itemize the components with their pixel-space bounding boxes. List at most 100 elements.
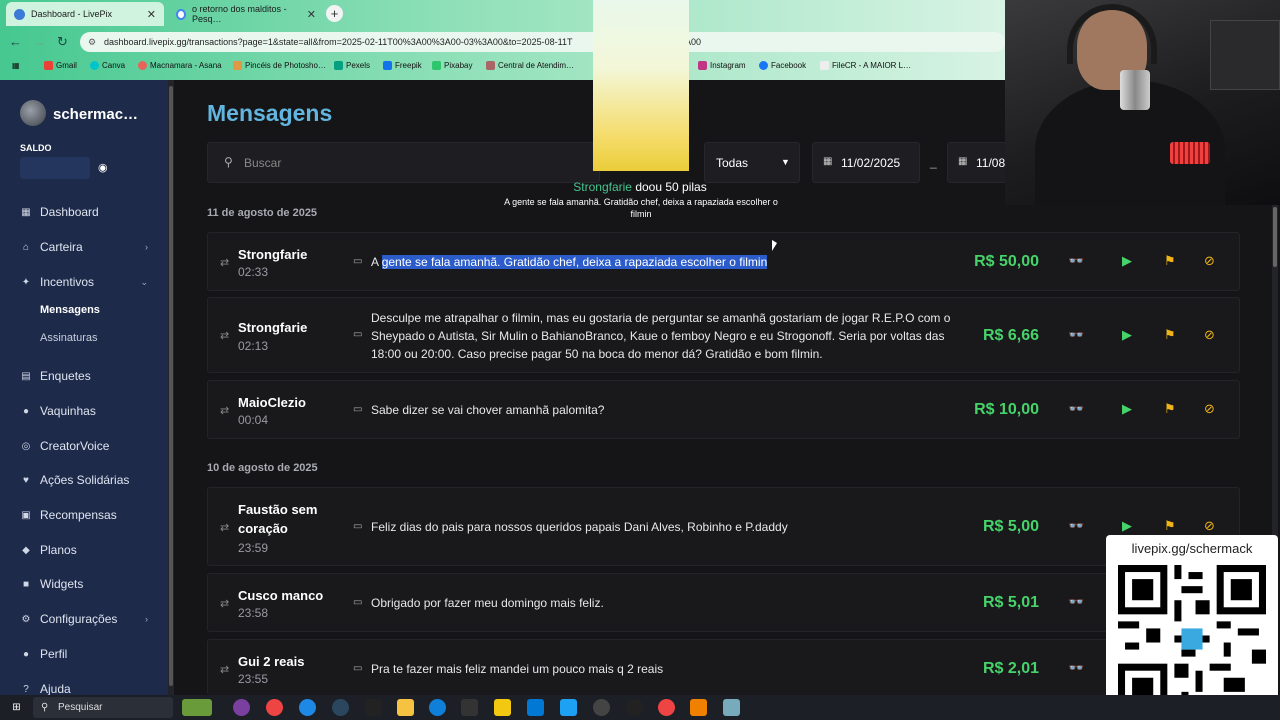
red-light (1170, 142, 1210, 164)
table-row[interactable]: ⇄ Gui 2 reais 23:55 ▭ Pra te fazer mais … (207, 639, 1240, 695)
play-icon[interactable]: ▶ (1122, 401, 1132, 417)
address-bar[interactable]: ⚙ dashboard.livepix.gg/transactions?page… (80, 32, 1005, 52)
obs-icon[interactable] (626, 699, 643, 716)
bookmark-canva[interactable]: Canva (90, 61, 125, 70)
flag-icon[interactable]: ⚑ (1164, 518, 1176, 534)
bookmark-instagram[interactable]: Instagram (698, 61, 746, 70)
sidebar-item-carteira[interactable]: ⌂ Carteira › (20, 240, 148, 254)
drink-can (1120, 70, 1150, 110)
chrome-icon[interactable] (658, 699, 675, 716)
sidebar-item-vaquinhas[interactable]: ● Vaquinhas (20, 404, 148, 418)
flag-icon[interactable]: ⚑ (1164, 253, 1176, 269)
back-icon[interactable]: ← (9, 34, 22, 49)
glasses-icon[interactable]: 👓 (1068, 253, 1084, 269)
bookmark-filecr[interactable]: FileCR - A MAIOR L… (820, 61, 911, 70)
sidebar-item-dashboard[interactable]: ▦ Dashboard (20, 205, 148, 219)
new-tab-button[interactable]: + (326, 5, 343, 22)
steam-icon[interactable] (332, 699, 349, 716)
bookmark-freepik[interactable]: Freepik (383, 61, 422, 70)
eye-icon[interactable]: ◉ (98, 161, 108, 174)
message-text: Sabe dizer se vai chover amanhã palomita… (371, 403, 605, 417)
sidebar-item-acoes-solidarias[interactable]: ♥ Ações Solidárias (20, 473, 148, 487)
table-row[interactable]: ⇄ Strongfarie 02:13 ▭ Desculpe me atrapa… (207, 297, 1240, 373)
capcut-icon[interactable] (461, 699, 478, 716)
app-icon[interactable] (233, 699, 250, 716)
tab-dashboard[interactable]: Dashboard - LivePix ✕ (6, 2, 164, 26)
windows-start-icon[interactable]: ⊞ (8, 699, 25, 716)
app-icon[interactable] (723, 699, 740, 716)
vscode-icon[interactable] (527, 699, 544, 716)
reload-icon[interactable]: ↻ (57, 34, 68, 50)
glasses-icon[interactable]: 👓 (1068, 327, 1084, 343)
table-row[interactable]: ⇄ MaioClezio 00:04 ▭ Sabe dizer se vai c… (207, 380, 1240, 439)
sidebar-item-configuracoes[interactable]: ⚙ Configurações › (20, 612, 148, 626)
glasses-icon[interactable]: 👓 (1068, 518, 1084, 534)
flag-icon[interactable]: ⚑ (1164, 327, 1176, 343)
sender-name: Gui 2 reais (238, 654, 305, 669)
sidebar-item-enquetes[interactable]: ▤ Enquetes (20, 369, 148, 383)
bookmark-pixabay[interactable]: Pixabay (432, 61, 472, 70)
table-row[interactable]: ⇄ Faustão sem coração 23:59 ▭ Feliz dias… (207, 487, 1240, 566)
flag-icon[interactable]: ⚑ (1164, 401, 1176, 417)
close-tab-icon[interactable]: ✕ (307, 8, 316, 21)
play-icon[interactable]: ▶ (1122, 518, 1132, 534)
settings-icon[interactable] (593, 699, 610, 716)
close-tab-icon[interactable]: ✕ (147, 8, 156, 21)
epic-games-icon[interactable] (365, 699, 382, 716)
browser-chrome: Dashboard - LivePix ✕ o retorno dos mald… (0, 0, 1005, 80)
file-explorer-icon[interactable] (397, 699, 414, 716)
ban-icon[interactable]: ⊘ (1204, 518, 1215, 534)
sidebar-item-widgets[interactable]: ■ Widgets (20, 577, 148, 591)
glasses-icon[interactable]: 👓 (1068, 660, 1084, 676)
bookmark-asana[interactable]: Macnamara - Asana (138, 61, 222, 70)
sidebar-item-creatorvoice[interactable]: ◎ CreatorVoice (20, 439, 148, 453)
glasses-icon[interactable]: 👓 (1068, 401, 1084, 417)
site-info-icon[interactable]: ⚙ (88, 32, 96, 52)
donation-alert-title: Strongfarie doou 50 pilas (573, 180, 707, 194)
sidebar-item-perfil[interactable]: ● Perfil (20, 647, 148, 661)
apps-icon[interactable]: ▦ (12, 61, 20, 70)
play-icon[interactable]: ▶ (1122, 327, 1132, 343)
grid-icon: ▦ (21, 206, 31, 218)
bookmark-central[interactable]: Central de Atendim… (486, 61, 574, 70)
sidebar-item-planos[interactable]: ◆ Planos (20, 543, 148, 557)
date-from-field[interactable]: ▦ 11/02/2025 (812, 142, 920, 183)
bookmark-gmail[interactable]: Gmail (44, 61, 77, 70)
chrome-icon[interactable] (266, 699, 283, 716)
forward-icon[interactable]: → (33, 34, 46, 49)
ban-icon[interactable]: ⊘ (1204, 401, 1215, 417)
app-icon[interactable] (494, 699, 511, 716)
search-input[interactable] (244, 153, 584, 173)
bookmark-pexels[interactable]: Pexels (334, 61, 370, 70)
bookmark-photoshop[interactable]: Pincéis de Photosho… (233, 61, 326, 70)
username[interactable]: schermac… (53, 106, 138, 123)
glasses-icon[interactable]: 👓 (1068, 594, 1084, 610)
avatar[interactable] (20, 100, 46, 126)
sender-name: Cusco manco (238, 588, 324, 603)
sidebar-subitem-assinaturas[interactable]: Assinaturas (40, 332, 97, 344)
sidebar-item-recompensas[interactable]: ▣ Recompensas (20, 508, 148, 522)
widget-icon[interactable] (182, 699, 212, 716)
bookmark-facebook[interactable]: Facebook (759, 61, 806, 70)
ban-icon[interactable]: ⊘ (1204, 327, 1215, 343)
tab-search[interactable]: o retorno dos malditos - Pesq… ✕ (168, 2, 324, 26)
message-time: 23:59 (238, 541, 269, 555)
qr-code-overlay: livepix.gg/schermack (1106, 535, 1278, 720)
sidebar-subitem-mensagens[interactable]: Mensagens (40, 304, 100, 316)
play-icon[interactable]: ▶ (1122, 253, 1132, 269)
chevron-right-icon: › (145, 242, 148, 252)
app-icon[interactable] (299, 699, 316, 716)
table-row[interactable]: ⇄ Cusco manco 23:58 ▭ Obrigado por fazer… (207, 573, 1240, 632)
status-filter-select[interactable]: Todas ▼ (704, 142, 800, 183)
sidebar-item-ajuda[interactable]: ? Ajuda (20, 682, 148, 696)
ban-icon[interactable]: ⊘ (1204, 253, 1215, 269)
qr-code-icon (1118, 565, 1266, 713)
date-to-field[interactable]: ▦ 11/08 (947, 142, 1007, 183)
vlc-icon[interactable] (690, 699, 707, 716)
tab-title: Dashboard - LivePix (31, 9, 113, 19)
taskbar-search[interactable]: ⚲ Pesquisar (33, 697, 173, 718)
edge-icon[interactable] (429, 699, 446, 716)
sidebar-item-incentivos[interactable]: ✦ Incentivos ⌄ (20, 275, 148, 289)
app-icon[interactable] (560, 699, 577, 716)
table-row[interactable]: ⇄ Strongfarie 02:33 ▭ A gente se fala am… (207, 232, 1240, 291)
